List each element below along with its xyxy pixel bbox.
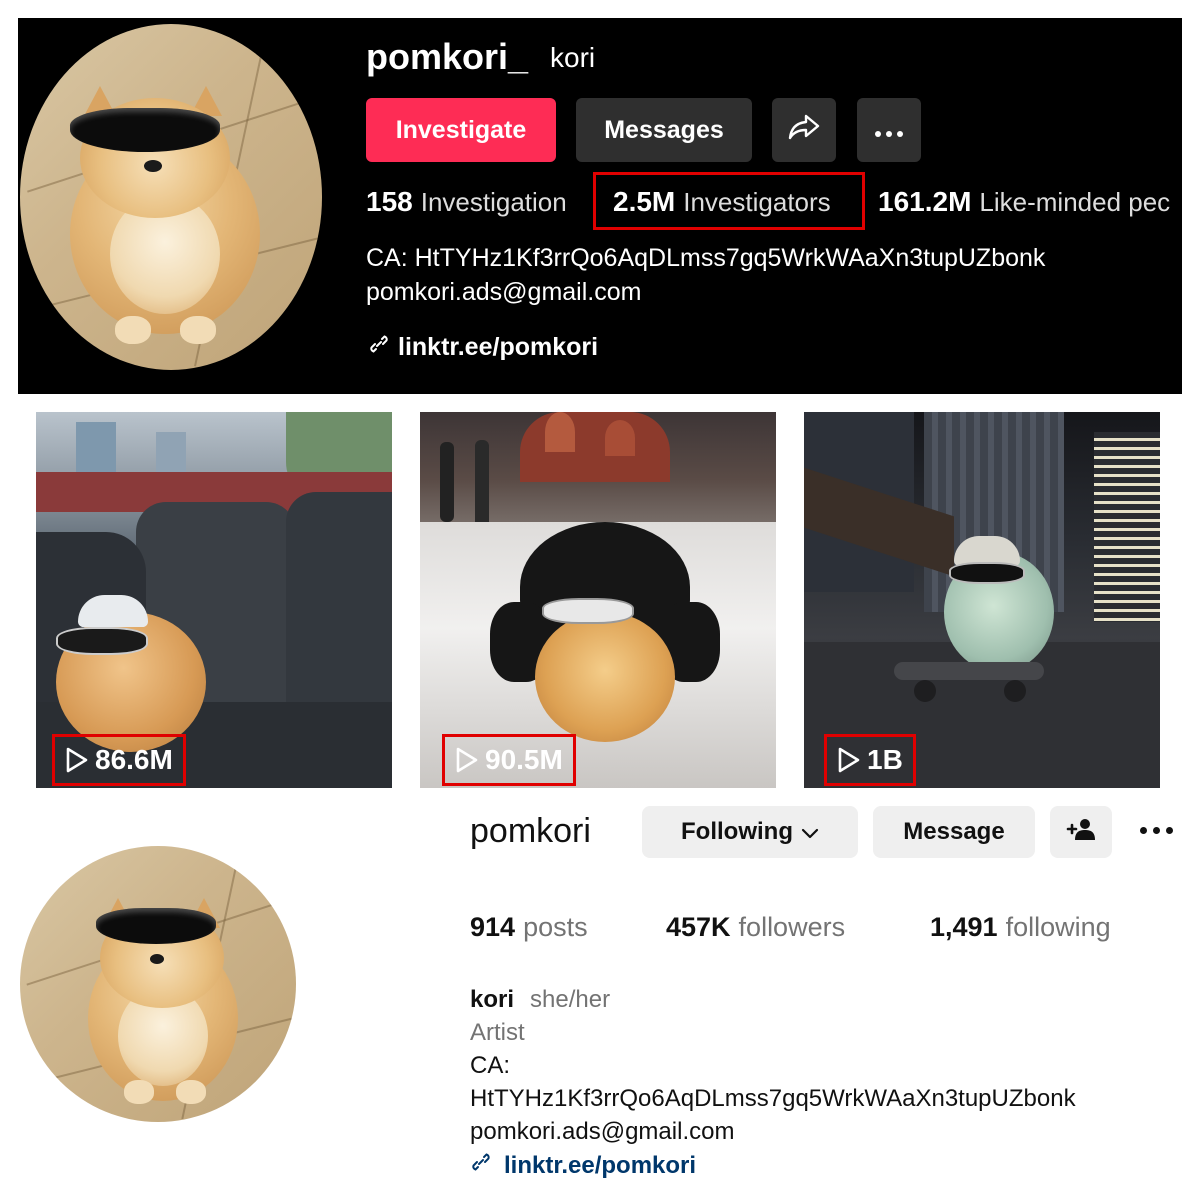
- followers-label: followers: [738, 912, 846, 942]
- bio-link-text: linktr.ee/pomkori: [398, 333, 599, 361]
- lit-building: [1094, 432, 1160, 622]
- likes-count: 161.2M: [878, 186, 972, 217]
- play-icon: [838, 747, 860, 773]
- bio-contract-address: CA: HtTYHz1Kf3rrQo6AqDLmss7gq5WrkWAaXn3t…: [366, 244, 1046, 272]
- likes-stat: 161.2M Like-minded pec: [878, 186, 1170, 218]
- view-count: 86.6M: [95, 744, 173, 775]
- link-icon: [470, 1151, 492, 1180]
- ellipsis-icon: [874, 116, 904, 145]
- person: [440, 442, 454, 522]
- sunglasses: [70, 108, 220, 152]
- cathedral: [520, 412, 670, 482]
- following-stat[interactable]: 158 Investigation: [366, 186, 567, 218]
- view-count-badge: 90.5M: [442, 734, 576, 786]
- posts-label: posts: [523, 912, 588, 942]
- following-button[interactable]: Following: [642, 806, 858, 858]
- sunglasses: [949, 562, 1025, 584]
- add-user-icon: [1065, 817, 1097, 848]
- followers-label: Investigators: [683, 187, 831, 217]
- video-tile[interactable]: 90.5M: [420, 412, 776, 788]
- instagram-username: pomkori: [470, 812, 591, 850]
- followers-count: 457K: [666, 912, 731, 942]
- view-count: 1B: [867, 744, 903, 775]
- view-count: 90.5M: [485, 744, 563, 775]
- bio-email: pomkori.ads@gmail.com: [470, 1118, 735, 1145]
- chevron-down-icon: [801, 818, 819, 846]
- message-button[interactable]: Message: [873, 806, 1035, 858]
- more-icon[interactable]: [1134, 812, 1178, 848]
- video-tile[interactable]: 86.6M: [36, 412, 392, 788]
- bio-name: kori: [470, 986, 515, 1013]
- add-user-button[interactable]: [1050, 806, 1112, 858]
- followers-stat[interactable]: 457K followers: [666, 912, 845, 943]
- dog: [535, 612, 675, 742]
- cap: [78, 595, 148, 627]
- instagram-avatar[interactable]: [20, 846, 296, 1122]
- person: [475, 440, 489, 530]
- followers-count: 2.5M: [613, 186, 676, 217]
- dog-paw: [180, 316, 216, 344]
- dog-paw: [176, 1080, 206, 1104]
- skateboard-wheel: [1004, 680, 1026, 702]
- car-seat: [286, 492, 392, 712]
- dome: [605, 420, 635, 456]
- skateboard: [894, 662, 1044, 680]
- view-count-badge: 86.6M: [52, 734, 186, 786]
- followers-stat[interactable]: 2.5M Investigators: [613, 186, 831, 218]
- bio-pronouns: she/her: [530, 986, 611, 1013]
- bio-link-text: linktr.ee/pomkori: [504, 1151, 697, 1179]
- messages-button[interactable]: Messages: [576, 98, 752, 162]
- dog-nose: [144, 160, 162, 172]
- sunglasses: [56, 627, 148, 655]
- following-label: Investigation: [420, 187, 567, 217]
- view-count-badge: 1B: [824, 734, 916, 786]
- skateboard-wheel: [914, 680, 936, 702]
- following-label: following: [1005, 912, 1111, 942]
- bio-ca-label: CA:: [470, 1052, 511, 1079]
- play-icon: [456, 747, 478, 773]
- posts-stat: 914 posts: [470, 912, 588, 943]
- investigate-button[interactable]: Investigate: [366, 98, 556, 162]
- video-tile[interactable]: 1B: [804, 412, 1160, 788]
- play-icon: [66, 747, 88, 773]
- dog-paw: [124, 1080, 154, 1104]
- more-options-button[interactable]: [857, 98, 921, 162]
- tiktok-avatar[interactable]: [20, 24, 322, 370]
- following-count: 1,491: [930, 912, 998, 942]
- tiktok-username: pomkori_: [366, 36, 529, 77]
- share-arrow-icon: [788, 114, 820, 147]
- link-icon: [368, 333, 390, 362]
- share-button[interactable]: [772, 98, 836, 162]
- bio-category: Artist: [470, 1019, 525, 1046]
- sunglasses: [542, 598, 634, 624]
- dog-paw: [115, 316, 151, 344]
- bio-ca-value: HtTYHz1Kf3rrQo6AqDLmss7gq5WrkWAaXn3tupUZ…: [470, 1085, 1076, 1112]
- dome: [545, 412, 575, 452]
- likes-label: Like-minded pec: [979, 187, 1171, 217]
- sunglasses: [96, 908, 216, 944]
- tiktok-nickname: kori: [550, 42, 596, 73]
- following-stat[interactable]: 1,491 following: [930, 912, 1111, 943]
- bio-email: pomkori.ads@gmail.com: [366, 278, 642, 306]
- dog-nose: [150, 954, 164, 964]
- bio-name-line: kori she/her: [470, 986, 610, 1014]
- following-count: 158: [366, 186, 413, 217]
- bio-link[interactable]: linktr.ee/pomkori: [470, 1151, 696, 1180]
- posts-count: 914: [470, 912, 516, 942]
- following-button-label: Following: [681, 818, 793, 845]
- bio-link[interactable]: linktr.ee/pomkori: [368, 333, 598, 362]
- tiktok-profile-header: pomkori_ kori Investigate Messages 158 In…: [18, 18, 1182, 394]
